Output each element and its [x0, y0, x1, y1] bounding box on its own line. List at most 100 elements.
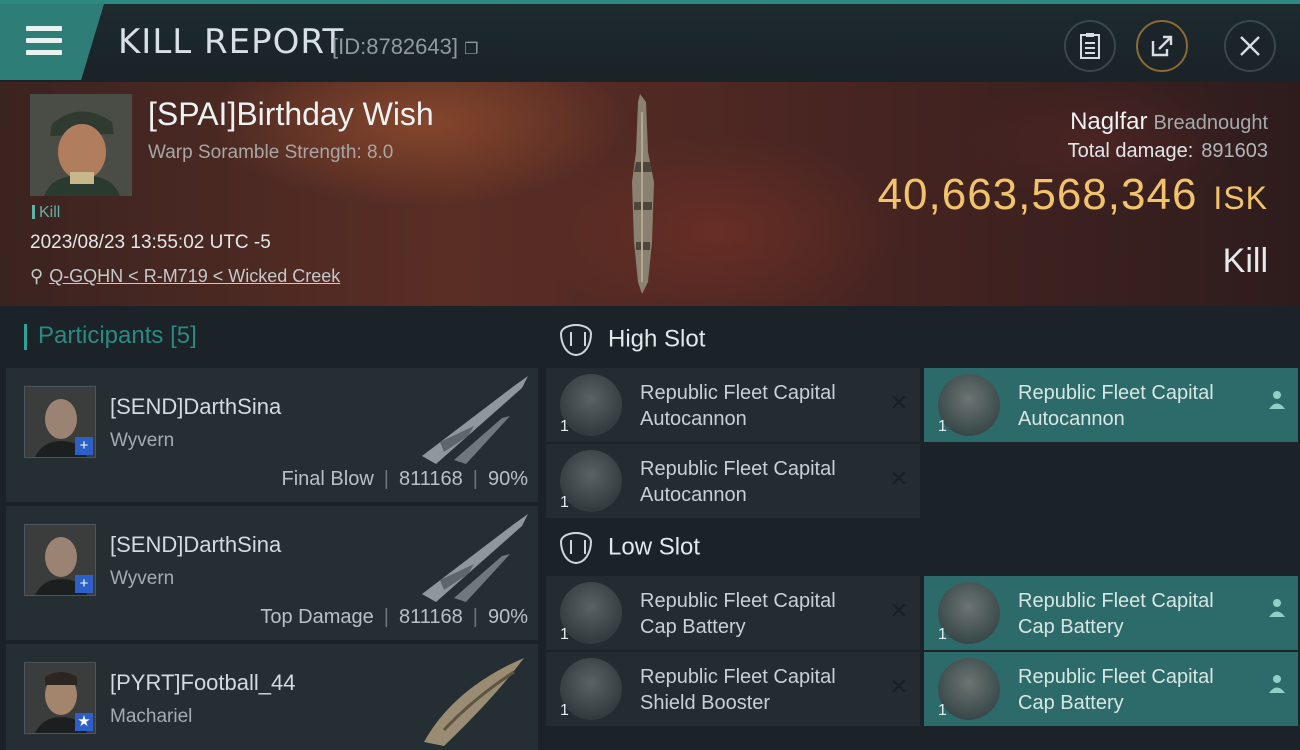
participant-ship-image [422, 376, 528, 464]
avatar: + [24, 386, 96, 458]
report-id: [ID:8782643] ❐ [332, 34, 478, 60]
victim-portrait[interactable] [30, 94, 132, 196]
participant-card[interactable]: ★ [PYRT]Football_44 Machariel [6, 644, 538, 750]
module-name: Republic Fleet Capital Autocannon [640, 382, 836, 430]
ship-name[interactable]: Naglfar [1070, 108, 1147, 135]
person-icon [1268, 674, 1286, 700]
module-item[interactable]: 1 Republic Fleet Capital Cap Battery ✕ [546, 576, 920, 650]
destroyed-icon: ✕ [889, 466, 908, 491]
module-item[interactable]: 1 Republic Fleet Capital Cap Battery [924, 652, 1298, 726]
module-item[interactable]: 1 Republic Fleet Capital Autocannon [924, 368, 1298, 442]
total-damage: Total damage: 891603 [1068, 140, 1268, 163]
participant-damage: 811168 [398, 468, 463, 490]
destroyed-icon: ✕ [889, 674, 908, 699]
participant-stats: Final Blow | 811168 | 90% [281, 468, 528, 490]
low-slot-icon [560, 532, 592, 564]
autocannon-icon [560, 450, 622, 512]
share-button[interactable] [1136, 20, 1188, 72]
participant-percent: 90% [487, 606, 528, 628]
participant-percent: 90% [487, 468, 528, 490]
isk-value: 40,663,568,346 ISK [878, 170, 1268, 220]
cap-battery-icon [560, 582, 622, 644]
close-icon [1240, 36, 1260, 56]
participant-stats: Top Damage | 811168 | 90% [260, 606, 528, 628]
hamburger-icon [26, 26, 62, 62]
module-item[interactable]: 1 Republic Fleet Capital Shield Booster … [546, 652, 920, 726]
participants-title: Participants [38, 322, 164, 349]
isk-amount: 40,663,568,346 [877, 170, 1198, 219]
module-quantity: 1 [560, 626, 569, 643]
module-item[interactable]: 1 Republic Fleet Capital Cap Battery [924, 576, 1298, 650]
autocannon-icon [560, 374, 622, 436]
autocannon-icon [938, 374, 1000, 436]
module-quantity: 1 [560, 494, 569, 511]
isk-unit: ISK [1213, 180, 1268, 216]
ship-class: Breadnought [1153, 112, 1268, 134]
result-label: Kill [1222, 242, 1268, 280]
participant-name[interactable]: [PYRT]Football_44 [110, 670, 295, 696]
participant-card[interactable]: + [SEND]DarthSina Wyvern Final Blow | 8111… [6, 368, 538, 502]
module-name: Republic Fleet Capital Cap Battery [1018, 666, 1214, 714]
participant-role: Top Damage [260, 606, 374, 628]
clipboard-icon [1080, 33, 1100, 59]
participant-name[interactable]: [SEND]DarthSina [110, 394, 281, 420]
share-icon [1151, 35, 1173, 57]
module-name: Republic Fleet Capital Cap Battery [1018, 590, 1214, 638]
plus-badge-icon: + [75, 437, 93, 455]
participants-header: Participants [5] [24, 322, 197, 350]
cap-battery-icon [938, 658, 1000, 720]
victim-avatar [30, 94, 132, 196]
avatar: ★ [24, 662, 96, 734]
module-item[interactable]: 1 Republic Fleet Capital Autocannon ✕ [546, 444, 920, 518]
menu-button[interactable] [0, 4, 104, 80]
module-quantity: 1 [560, 418, 569, 435]
top-bar: KILL REPORT [ID:8782643] ❐ [0, 0, 1300, 82]
warp-scramble-strength: Warp Soramble Strength: 8.0 [148, 142, 394, 163]
kill-datetime: 2023/08/23 13:55:02 UTC -5 [30, 232, 271, 253]
participant-ship: Wyvern [110, 568, 175, 589]
report-id-text: [ID:8782643] [332, 34, 458, 59]
destroyed-icon: ✕ [889, 598, 908, 623]
high-slot-header: High Slot [560, 324, 705, 356]
cap-battery-icon [938, 582, 1000, 644]
victim-ship: Naglfar Breadnought [1070, 108, 1268, 136]
plus-badge-icon: + [75, 575, 93, 593]
victim-name[interactable]: [SPAI]Birthday Wish [148, 96, 434, 133]
high-slot-label: High Slot [608, 325, 706, 353]
module-name: Republic Fleet Capital Shield Booster [640, 666, 836, 714]
low-slot-label: Low Slot [608, 533, 701, 561]
participant-damage: 811168 [398, 606, 463, 628]
page-title: KILL REPORT [118, 22, 345, 62]
high-slot-icon [560, 324, 592, 356]
close-button[interactable] [1224, 20, 1276, 72]
participant-name[interactable]: [SEND]DarthSina [110, 532, 281, 558]
participant-ship-image [424, 658, 524, 746]
module-quantity: 1 [938, 418, 947, 435]
clipboard-button[interactable] [1064, 20, 1116, 72]
participant-ship-image [422, 514, 528, 602]
copy-icon[interactable]: ❐ [464, 41, 478, 58]
module-name: Republic Fleet Capital Autocannon [1018, 382, 1214, 430]
participant-card[interactable]: + [SEND]DarthSina Wyvern Top Damage | 8111… [6, 506, 538, 640]
star-badge-icon: ★ [75, 713, 93, 731]
module-quantity: 1 [560, 702, 569, 719]
person-icon [1268, 390, 1286, 416]
participants-count: [5] [170, 322, 197, 349]
low-slot-header: Low Slot [560, 532, 700, 564]
participant-role: Final Blow [281, 468, 374, 490]
avatar: + [24, 524, 96, 596]
location-link[interactable]: Q-GQHN < R-M719 < Wicked Creek [49, 266, 340, 286]
module-item[interactable]: 1 Republic Fleet Capital Autocannon ✕ [546, 368, 920, 442]
module-name: Republic Fleet Capital Cap Battery [640, 590, 836, 638]
total-damage-value: 891603 [1201, 140, 1268, 162]
participant-ship: Machariel [110, 706, 193, 727]
shield-booster-icon [560, 658, 622, 720]
victim-ship-image [632, 94, 654, 294]
total-damage-label: Total damage: [1067, 140, 1194, 162]
module-quantity: 1 [938, 702, 947, 719]
location-pin-icon: ⚲ [30, 266, 44, 286]
kill-tag: Kill [32, 204, 60, 222]
participant-ship: Wyvern [110, 430, 175, 451]
module-name: Republic Fleet Capital Autocannon [640, 458, 836, 506]
kill-location[interactable]: ⚲ Q-GQHN < R-M719 < Wicked Creek [30, 266, 340, 287]
